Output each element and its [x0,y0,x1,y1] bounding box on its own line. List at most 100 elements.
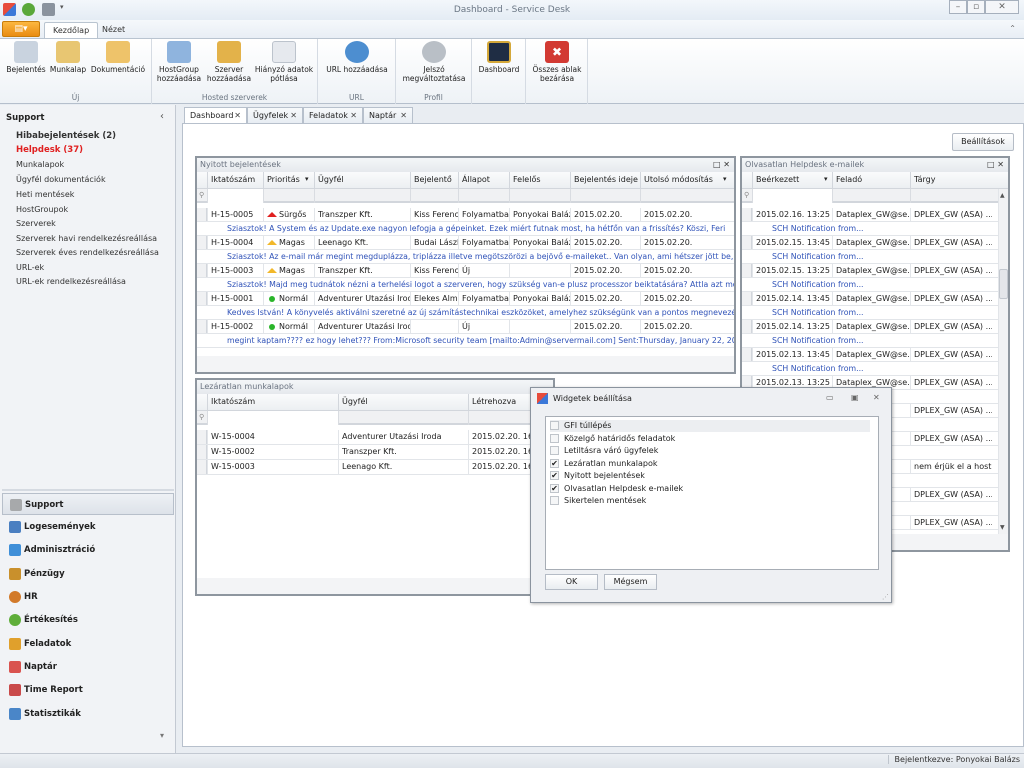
col-ugyfel[interactable]: Ügyfél [314,172,410,189]
table-row[interactable]: W-15-0002 Transzper Kft. 2015.02.20. 16: [197,445,553,460]
collapse-sidebar-icon[interactable]: ‹ [160,111,164,122]
nav-logesemenyek[interactable]: Logesemények [2,516,174,538]
checklist-item[interactable]: ✔ Nyitott bejelentések [550,470,870,482]
email-preview[interactable]: SCH Notification from... [742,362,998,376]
sidebar-item-szerverek-havi[interactable]: Szerverek havi rendelkezésreállása [16,234,157,243]
dashboard-button[interactable]: Dashboard [474,41,524,74]
col-allapot[interactable]: Állapot [458,172,509,189]
table-row[interactable]: W-15-0004 Adventurer Utazási Iroda 2015.02… [197,430,553,445]
col-utolso-modositas[interactable]: Utolsó módosítás [640,172,734,189]
sidebar-item-ugyfel-dokumentaciok[interactable]: Ügyfél dokumentációk [16,175,106,184]
ticket-preview[interactable]: megint kaptam???? ez hogy lehet??? From:… [197,334,734,348]
row-indicator[interactable] [197,264,207,277]
row-indicator[interactable] [197,292,207,305]
restore-button[interactable]: ▫ [967,0,985,14]
url-add-button[interactable]: URL hozzáadása [322,41,392,74]
filter-row[interactable]: ⚲ [742,189,1008,203]
minimize-button[interactable]: ▭ [826,393,834,402]
missing-data-button[interactable]: Hiányzó adatok pótlása [254,41,314,83]
sort-dropdown-icon[interactable]: ▾ [824,175,828,183]
ribbon-minimize-icon[interactable]: ⌃ [1009,24,1016,33]
table-row[interactable]: 2015.02.15. 13:25 Dataplex_GW@se... DPLEX_… [742,264,998,278]
restore-button[interactable]: ▣ [851,393,859,402]
checklist-item[interactable]: GFI túllépés [550,420,870,432]
email-preview[interactable]: SCH Notification from... [742,334,998,348]
checkbox[interactable]: ✔ [550,483,559,493]
close-tab-icon[interactable]: ✕ [350,108,357,123]
nav-penzugy[interactable]: Pénzügy [2,563,174,585]
cancel-button[interactable]: Mégsem [604,574,657,590]
maximize-icon[interactable]: □ [713,160,721,169]
tab-naptar[interactable]: Naptár ✕ [363,107,413,124]
sidebar-item-heti-mentesek[interactable]: Heti mentések [16,190,74,199]
sidebar-item-szerverek[interactable]: Szerverek [16,219,56,228]
minimize-button[interactable]: – [949,0,967,14]
settings-button[interactable]: Beállítások [952,133,1014,151]
table-row[interactable]: H-15-0002 Normál Adventurer Utazási Iroda Ú… [197,320,734,334]
sidebar-item-hibabejelentesek[interactable]: Hibabejelentések (2) [16,131,116,141]
ticket-preview[interactable]: Kedves István! A könyvelés aktiválni sze… [197,306,734,320]
nav-ertekesites[interactable]: Értékesítés [2,609,174,631]
scroll-down-icon[interactable]: ▼ [1000,524,1005,531]
checklist-item[interactable]: Sikertelen mentések [550,495,870,507]
email-preview[interactable]: SCH Notification from... [742,278,998,292]
nav-naptar[interactable]: Naptár [2,656,174,678]
tab-dashboard[interactable]: Dashboard ✕ [184,107,247,124]
table-row[interactable]: 2015.02.15. 13:45 Dataplex_GW@se... DPLEX_… [742,236,998,250]
row-indicator[interactable] [742,208,752,221]
sidebar-item-munkalapok[interactable]: Munkalapok [16,160,64,169]
row-indicator[interactable] [742,348,752,361]
nav-adminisztracio[interactable]: Adminisztráció [2,539,174,561]
nav-feladatok[interactable]: Feladatok [2,633,174,655]
table-row[interactable]: 2015.02.13. 13:45 Dataplex_GW@se... DPLEX_… [742,348,998,362]
ticket-preview[interactable]: Sziasztok! Majd meg tudnátok nézni a ter… [197,278,734,292]
col-targy[interactable]: Tárgy [910,172,992,189]
checkbox[interactable] [550,433,559,443]
checkbox[interactable]: ✔ [550,458,559,468]
checkbox[interactable]: ✔ [550,471,559,480]
checkbox[interactable] [550,496,559,505]
table-row[interactable]: W-15-0003 Leenago Kft. 2015.02.20. 16: [197,460,553,475]
col-felelos[interactable]: Felelős [509,172,570,189]
email-preview[interactable]: SCH Notification from... [742,222,998,236]
table-row[interactable]: H-15-0004 Magas Leenago Kft.Budai LászlóFo… [197,236,734,250]
close-tab-icon[interactable]: ✕ [234,108,241,123]
close-all-windows-button[interactable]: ✖ Összes ablak bezárása [528,41,586,83]
row-indicator[interactable] [197,320,207,333]
row-indicator[interactable] [742,264,752,277]
row-indicator[interactable] [742,292,752,305]
col-felado[interactable]: Feladó [832,172,910,189]
row-indicator[interactable] [197,460,207,474]
table-row[interactable]: H-15-0003 Magas Transzper Kft. Kiss Ferenc Ú… [197,264,734,278]
email-preview[interactable]: SCH Notification from... [742,250,998,264]
col-bejelento[interactable]: Bejelentő [410,172,458,189]
checklist-item[interactable]: ✔ Lezáratlan munkalapok [550,458,870,470]
row-indicator[interactable] [742,236,752,249]
table-row[interactable]: H-15-0001 Normál Adventurer Utazási Iroda E… [197,292,734,306]
bejelentes-button[interactable]: Bejelentés [4,41,48,74]
nav-more-icon[interactable]: ▾ [160,731,164,740]
close-icon[interactable]: ✕ [723,160,730,169]
tab-feladatok[interactable]: Feladatok ✕ [303,107,363,124]
row-indicator[interactable] [197,236,207,249]
scroll-up-icon[interactable]: ▲ [1000,192,1005,199]
filter-row[interactable]: ⚲ [197,189,734,203]
col-iktatoszam[interactable]: Iktatószám [207,172,263,189]
nav-statisztikak[interactable]: Statisztikák [2,703,174,725]
ticket-preview[interactable]: Sziasztok! Az e-mail már megint megduplá… [197,250,734,264]
nav-time-report[interactable]: Time Report [2,679,174,701]
sidebar-splitter[interactable] [2,489,174,491]
checkbox[interactable] [550,446,559,455]
maximize-icon[interactable]: □ [987,160,995,169]
sidebar-item-szerverek-eves[interactable]: Szerverek éves rendelkezésreállása [16,248,159,257]
sidebar-item-url-ek-rendelkezes[interactable]: URL-ek rendelkezésreállása [16,277,126,286]
nav-hr[interactable]: HR [2,586,174,608]
row-indicator[interactable] [197,430,207,444]
emails-scrollbar[interactable]: ▲ ▼ [998,189,1008,534]
filter-row[interactable]: ⚲ [197,411,553,425]
close-icon[interactable]: ✕ [997,160,1004,169]
sidebar-item-url-ek[interactable]: URL-ek [16,263,44,272]
nav-support[interactable]: Support [2,493,174,515]
sort-dropdown-icon[interactable]: ▾ [305,175,309,183]
checklist-item[interactable]: ✔ Olvasatlan Helpdesk e-mailek [550,483,870,495]
